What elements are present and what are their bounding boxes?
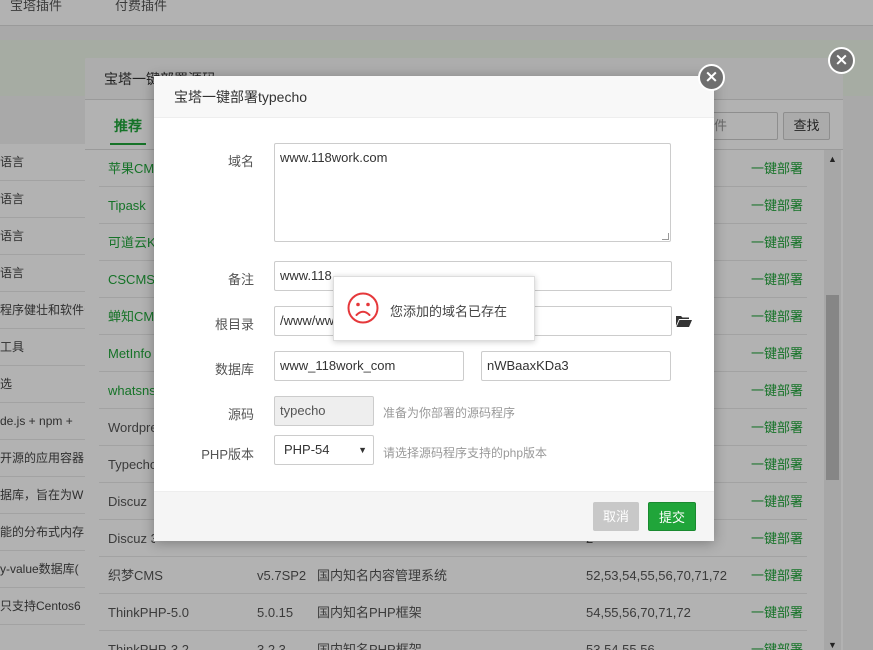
folder-open-icon[interactable]: [676, 315, 692, 327]
root-dir-label: 根目录: [214, 317, 254, 332]
chevron-down-icon: ▼: [358, 445, 367, 455]
source-label: 源码: [227, 407, 254, 422]
remark-label: 备注: [227, 272, 254, 287]
error-toast: 您添加的域名已存在: [333, 276, 535, 341]
domain-label: 域名: [227, 154, 254, 169]
database-password-input[interactable]: nWBaaxKDa3: [481, 351, 671, 381]
close-icon[interactable]: ×: [828, 47, 855, 74]
cancel-button[interactable]: 取消: [593, 502, 640, 531]
database-name-input[interactable]: www_118work_com: [274, 351, 464, 381]
database-label: 数据库: [214, 362, 254, 377]
close-icon[interactable]: ×: [698, 64, 725, 91]
php-version-select[interactable]: PHP-54 ▼: [274, 435, 374, 465]
source-hint: 准备为你部署的源码程序: [383, 406, 516, 420]
domain-textarea[interactable]: www.118work.com: [274, 143, 671, 242]
php-version-label: PHP版本: [201, 447, 254, 462]
php-version-value: PHP-54: [284, 442, 330, 457]
dialog-footer: 取消 提交: [154, 491, 714, 541]
submit-button[interactable]: 提交: [648, 502, 697, 531]
dialog-title: 宝塔一键部署typecho: [154, 76, 714, 118]
php-version-hint: 请选择源码程序支持的php版本: [383, 446, 548, 460]
source-input: typecho: [274, 396, 374, 426]
toast-message: 您添加的域名已存在: [390, 304, 508, 319]
sad-face-icon: [347, 292, 379, 324]
